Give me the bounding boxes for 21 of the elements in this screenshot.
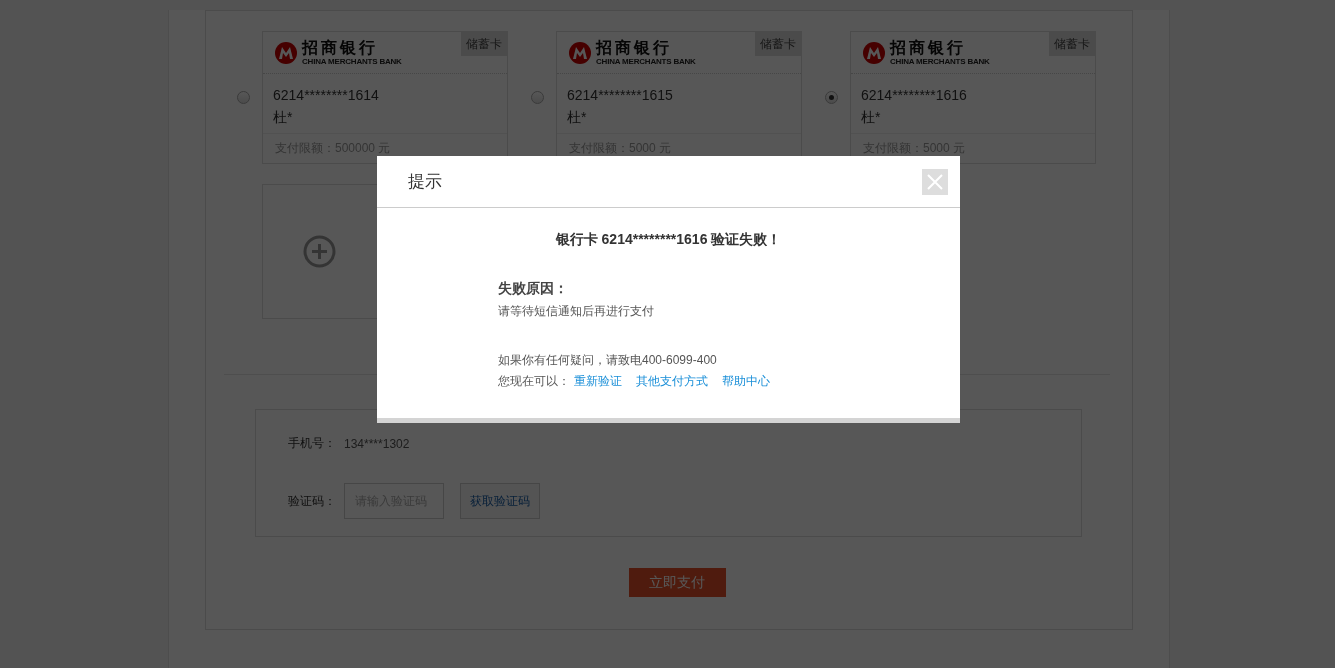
bank-name: 招商银行 xyxy=(890,39,967,57)
dialog-title: 提示 xyxy=(408,171,442,193)
error-message: 银行卡 6214********1616 验证失败！ xyxy=(554,231,783,249)
bank-name: 招商银行 xyxy=(302,39,379,57)
card-number: 6214********1614 xyxy=(272,86,380,103)
card-holder: 杜* xyxy=(566,108,588,127)
bank-name-english: CHINA MERCHANTS BANK xyxy=(302,57,402,66)
bank-name: 招商银行 xyxy=(596,39,673,57)
phone-label: 手机号： xyxy=(288,435,336,452)
reason-label: 失败原因： xyxy=(498,280,569,298)
card-holder: 杜* xyxy=(860,108,882,127)
card-number: 6214********1616 xyxy=(860,86,968,103)
actions-label: 您现在可以： xyxy=(498,373,570,390)
bank-name-english: CHINA MERCHANTS BANK xyxy=(890,57,990,66)
bank-name-english: CHINA MERCHANTS BANK xyxy=(596,57,696,66)
contact-text: 如果你有任何疑问，请致电400-6099-400 xyxy=(498,352,718,369)
card-holder: 杜* xyxy=(272,108,294,127)
card-number: 6214********1615 xyxy=(566,86,674,103)
code-label: 验证码： xyxy=(288,492,336,510)
reason-text: 请等待短信通知后再进行支付 xyxy=(498,303,655,320)
phone-number: 134****1302 xyxy=(344,436,410,451)
